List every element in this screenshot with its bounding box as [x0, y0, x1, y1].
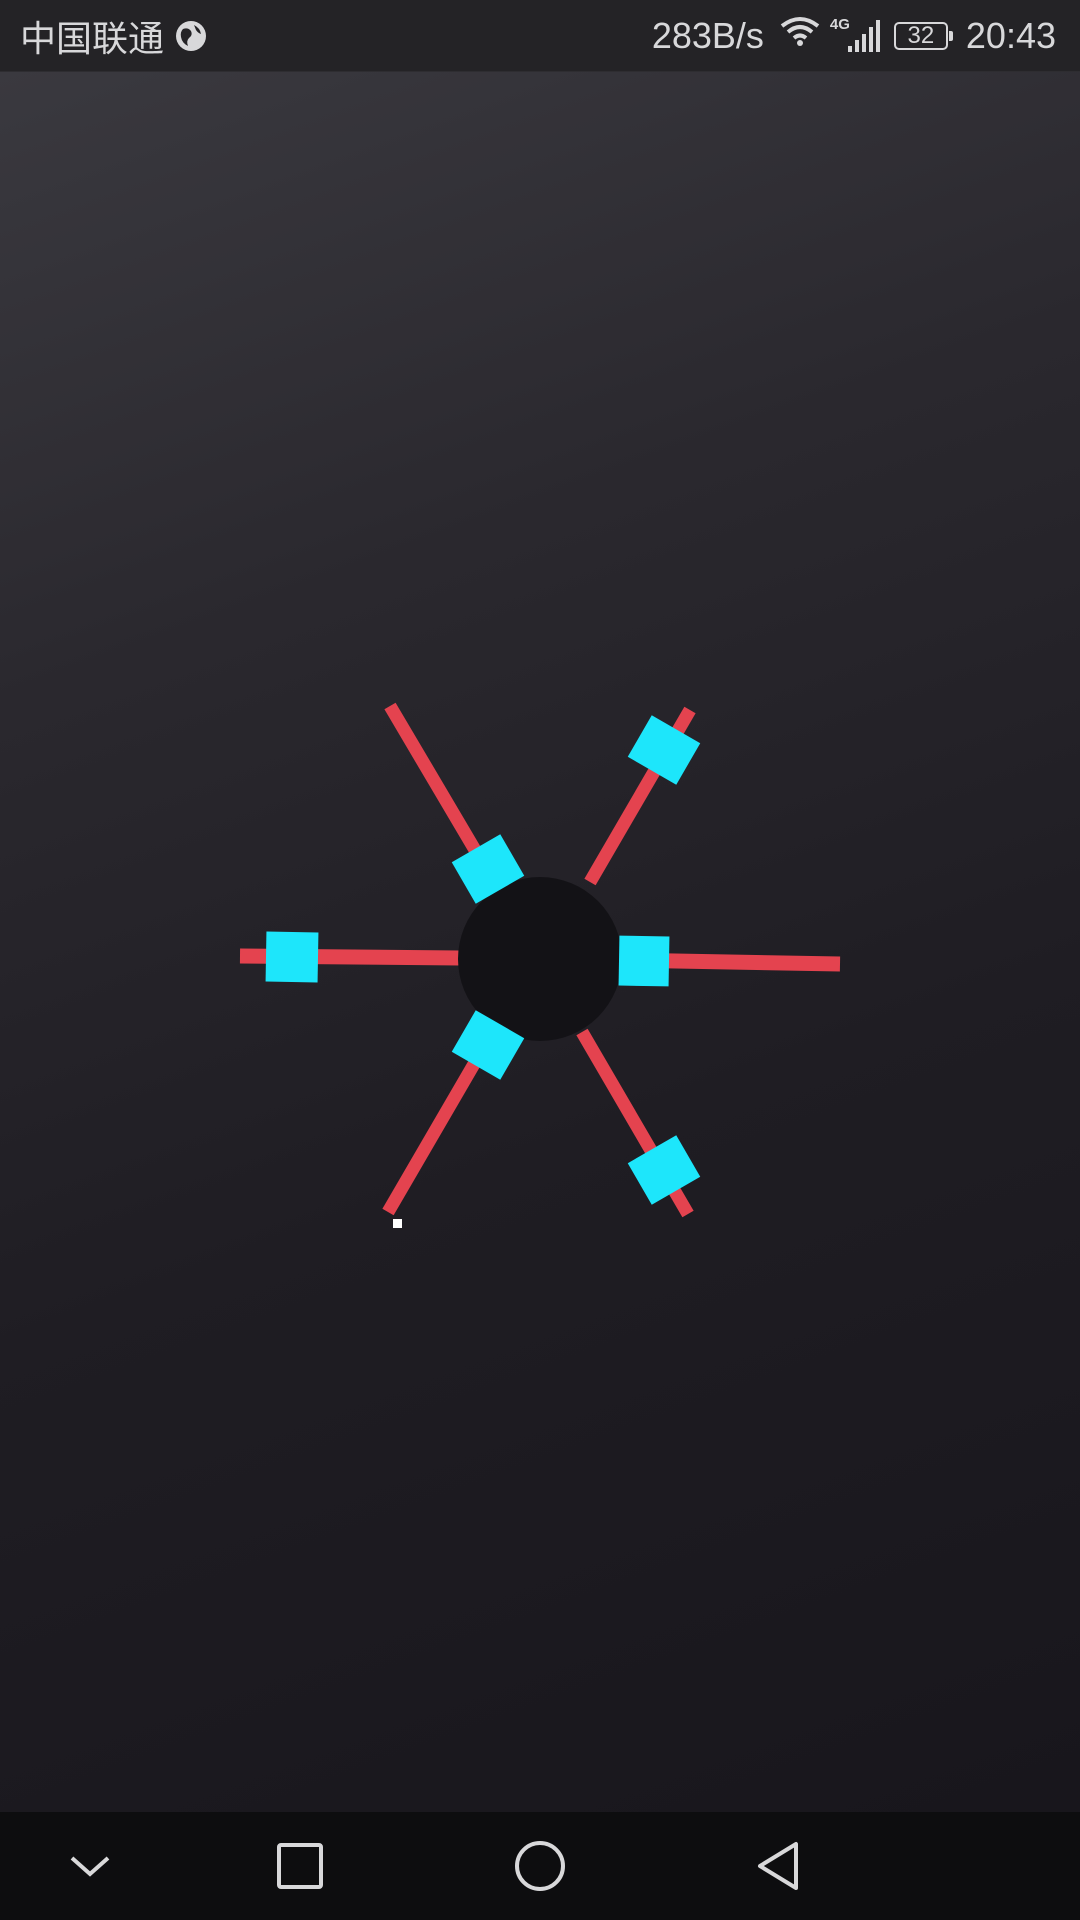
spoke-up-left: [384, 702, 494, 876]
recent-apps-button[interactable]: [268, 1834, 332, 1898]
hide-nav-button[interactable]: [58, 1834, 122, 1898]
game-area[interactable]: [0, 72, 1080, 1812]
block-right: [618, 935, 670, 987]
battery-icon: 32: [893, 21, 953, 50]
block-left: [265, 931, 319, 983]
marker-dot: [393, 1219, 402, 1228]
block-up-right: [627, 715, 701, 785]
status-right: 283B/s 4G 32 20:43: [652, 15, 1056, 57]
clock: 20:43: [965, 14, 1056, 56]
carrier-name: 中国联通: [20, 17, 165, 59]
back-button[interactable]: [748, 1834, 812, 1898]
block-down-right: [627, 1135, 701, 1205]
status-left: 中国联通: [20, 10, 208, 62]
square-icon: [277, 1843, 323, 1889]
game-canvas[interactable]: [0, 72, 1080, 1812]
status-bar: 中国联通 283B/s 4G 32 20:43: [0, 0, 1080, 72]
navigation-bar: [0, 1812, 1080, 1920]
home-button[interactable]: [508, 1834, 572, 1898]
battery-level: 32: [907, 21, 935, 49]
cellular-signal-icon: 4G: [830, 16, 884, 54]
screen: 中国联通 283B/s 4G 32 20:43: [0, 0, 1080, 1920]
circle-icon: [515, 1841, 565, 1891]
back-triangle-icon: [758, 1842, 798, 1890]
spoke-down-left: [382, 1036, 494, 1216]
network-speed: 283B/s: [651, 14, 764, 56]
globe-icon: [174, 19, 208, 53]
chevron-down-icon: [70, 1856, 110, 1877]
wifi-icon: [780, 15, 820, 57]
